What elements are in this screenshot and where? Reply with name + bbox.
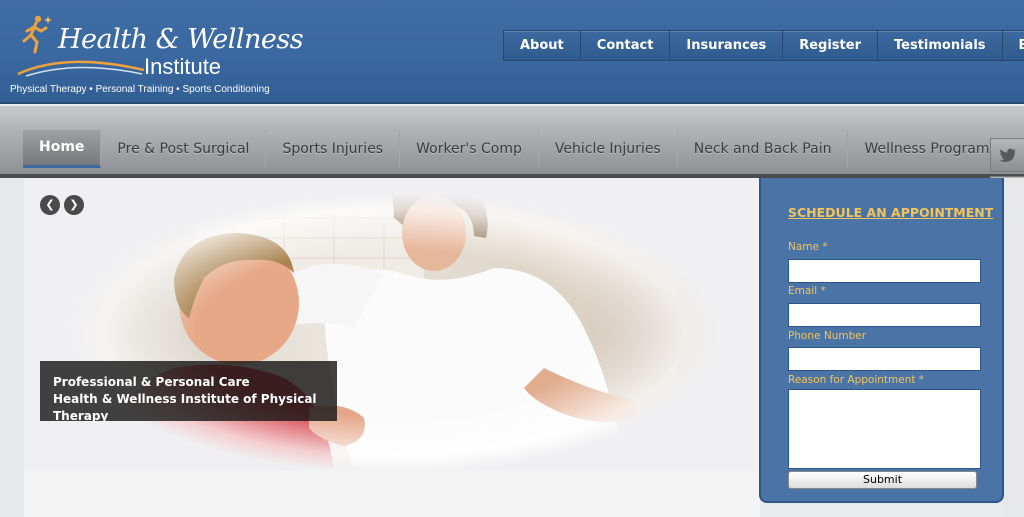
phone-field[interactable]	[788, 347, 981, 371]
topnav-insurances[interactable]: Insurances	[670, 31, 784, 60]
topnav-register[interactable]: Register	[783, 31, 878, 60]
logo-subtitle: Institute	[144, 54, 222, 79]
phone-label: Phone Number	[788, 330, 867, 342]
caption-line-2: Health & Wellness Institute of Physical …	[53, 392, 317, 423]
chevron-left-icon: ❮	[45, 198, 55, 211]
logo-title: Health & Wellness	[58, 24, 304, 55]
reason-textarea[interactable]	[788, 389, 981, 469]
mainnav-workers-comp[interactable]: Worker's Comp	[400, 130, 539, 168]
right-rail	[1004, 178, 1024, 517]
reason-label: Reason for Appointment *	[788, 374, 925, 386]
mainnav-vehicle-injuries[interactable]: Vehicle Injuries	[539, 130, 678, 168]
topnav-testimonials[interactable]: Testimonials	[878, 31, 1003, 60]
hero-slider: ❮ ❯ Professional & Personal Care Health …	[24, 178, 760, 470]
site-header: Health & Wellness Institute Physical The…	[0, 0, 1024, 104]
logo-tagline: Physical Therapy • Personal Training • S…	[10, 84, 270, 95]
submit-button[interactable]: Submit	[788, 471, 977, 489]
topnav-blog[interactable]: Blog	[1003, 31, 1024, 60]
appointment-form: SCHEDULE AN APPOINTMENT Name * Email * P…	[759, 178, 1004, 503]
mainnav-neck-back-pain[interactable]: Neck and Back Pain	[678, 130, 849, 168]
form-title: SCHEDULE AN APPOINTMENT	[788, 205, 994, 220]
caption-line-1: Professional & Personal Care	[53, 375, 250, 389]
chevron-right-icon: ❯	[69, 198, 79, 211]
mainnav-home[interactable]: Home	[23, 130, 102, 168]
main-navigation: Home Pre & Post Surgical Sports Injuries…	[0, 106, 1024, 212]
site-logo[interactable]: Health & Wellness Institute Physical The…	[10, 10, 304, 100]
hero-vignette	[24, 178, 760, 470]
logo-swoosh	[17, 60, 145, 77]
slider-prev-button[interactable]: ❮	[40, 195, 60, 215]
left-rail	[0, 178, 24, 517]
slider-next-button[interactable]: ❯	[64, 195, 84, 215]
name-field[interactable]	[788, 259, 981, 283]
topnav-about[interactable]: About	[504, 31, 581, 60]
slider-caption: Professional & Personal Care Health & We…	[40, 361, 337, 423]
twitter-button[interactable]	[990, 138, 1024, 172]
email-label: Email *	[788, 285, 826, 297]
twitter-icon	[998, 148, 1016, 162]
mainnav-sports-injuries[interactable]: Sports Injuries	[266, 130, 401, 168]
email-field[interactable]	[788, 303, 981, 327]
runner-icon	[22, 15, 52, 54]
topnav-contact[interactable]: Contact	[581, 31, 671, 60]
mainnav-wellness-programs[interactable]: Wellness Programs	[848, 130, 1012, 168]
name-label: Name *	[788, 241, 828, 253]
content-area	[24, 470, 760, 517]
top-navigation: About Contact Insurances Register Testim…	[503, 30, 1024, 61]
mainnav-pre-post-surgical[interactable]: Pre & Post Surgical	[101, 130, 267, 168]
